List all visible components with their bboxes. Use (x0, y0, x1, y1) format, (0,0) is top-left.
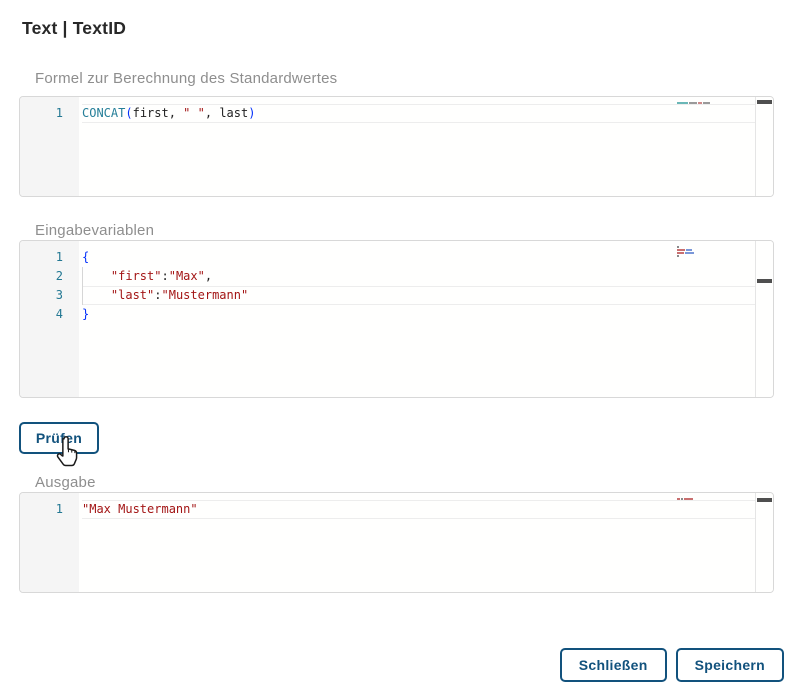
output-code-editor[interactable]: 1 "Max Mustermann" (19, 492, 774, 593)
ruler-cursor-marker (757, 498, 772, 502)
minimap (677, 498, 753, 501)
page-title: Text | TextID (22, 18, 127, 38)
check-button[interactable]: Prüfen (19, 422, 99, 454)
code-area[interactable]: CONCAT(first, " ", last) (79, 97, 755, 196)
minimap (677, 102, 753, 105)
dialog: Text | TextID Formel zur Berechnung des … (0, 0, 791, 688)
line-number-gutter: 1234 (20, 241, 79, 397)
minimap (677, 246, 753, 258)
ruler-cursor-marker (757, 279, 772, 283)
save-button[interactable]: Speichern (675, 648, 784, 682)
output-section-label: Ausgabe (35, 474, 96, 491)
formula-section-label: Formel zur Berechnung des Standardwertes (35, 70, 338, 87)
formula-code-editor[interactable]: 1 CONCAT(first, " ", last) (19, 96, 774, 197)
indent-guide (82, 267, 83, 305)
input-variables-code-editor[interactable]: 1234 { "first":"Max", "last":"Mustermann… (19, 240, 774, 398)
close-button[interactable]: Schließen (559, 648, 667, 682)
code-area[interactable]: "Max Mustermann" (79, 493, 755, 592)
line-number-gutter: 1 (20, 493, 79, 592)
code-area[interactable]: { "first":"Max", "last":"Mustermann"} (79, 241, 755, 397)
ruler-cursor-marker (757, 100, 772, 104)
scrollbar-ruler[interactable] (755, 241, 773, 397)
scrollbar-ruler[interactable] (755, 97, 773, 196)
footer-button-bar: Schließen Speichern (559, 648, 784, 682)
input-section-label: Eingabevariablen (35, 222, 155, 239)
line-number-gutter: 1 (20, 97, 79, 196)
scrollbar-ruler[interactable] (755, 493, 773, 592)
